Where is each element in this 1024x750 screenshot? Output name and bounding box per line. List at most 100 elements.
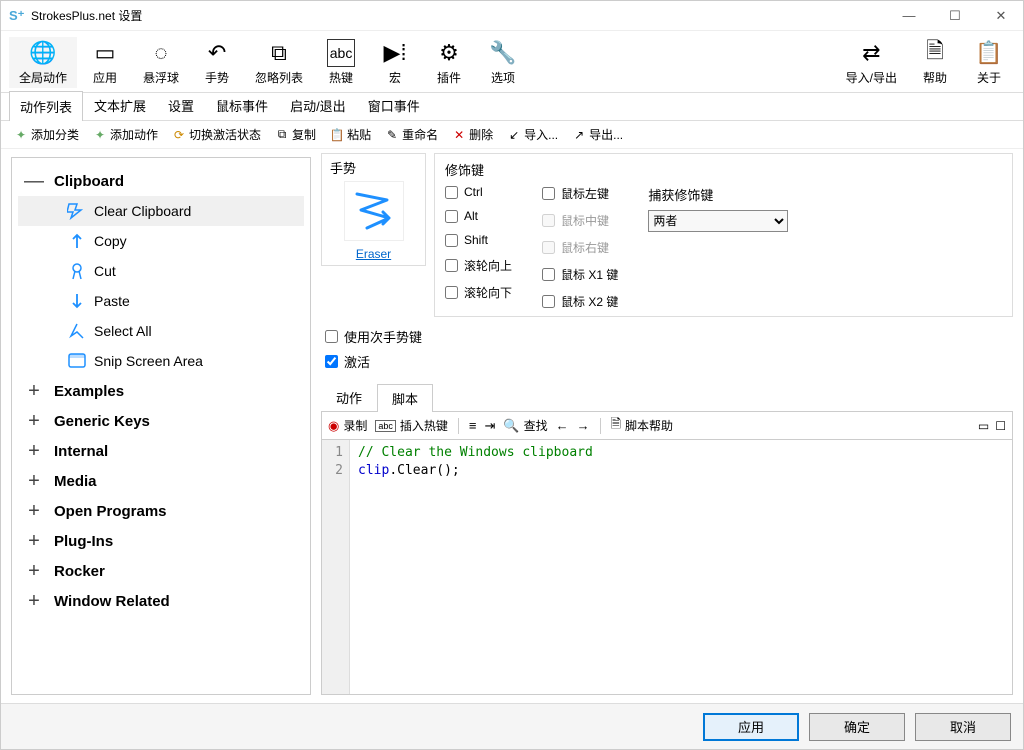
expand-icon: + [22,560,46,583]
mod-right-button: 鼠标右键 [542,239,618,256]
wrench-icon: 🔧 [489,39,517,67]
tab-action[interactable]: 动作 [321,383,377,411]
import-button[interactable]: ↙导入... [502,124,563,145]
ok-button[interactable]: 确定 [809,713,905,741]
use-secondary-checkbox[interactable]: 使用次手势键 [325,327,1013,346]
outdent-button[interactable]: ⇥ [484,418,495,434]
paste-button[interactable]: 📋粘贴 [325,124,376,145]
mod-wheel-up[interactable]: 滚轮向上 [445,257,512,274]
tree-item-snip[interactable]: Snip Screen Area [18,346,304,376]
toggle-active-button[interactable]: ⟳切换激活状态 [167,124,266,145]
script-tabs: 动作 脚本 [321,383,1013,412]
tree-category-examples[interactable]: +Examples [18,376,304,406]
toolbar-plugins[interactable]: ⚙ 插件 [423,37,475,88]
mod-middle-button: 鼠标中键 [542,212,618,229]
eraser-icon [66,202,88,220]
gesture-panel: 手势 Eraser [321,153,426,266]
indent-button[interactable]: ≡ [469,418,477,433]
toolbar-gestures[interactable]: ↶ 手势 [191,37,243,88]
find-button[interactable]: 🔍查找 [503,417,547,434]
add-action-button[interactable]: ✦添加动作 [88,124,163,145]
toolbar-options[interactable]: 🔧 选项 [477,37,529,88]
delete-button[interactable]: ✕删除 [447,124,498,145]
tree-item-copy[interactable]: Copy [18,226,304,256]
tab-action-list[interactable]: 动作列表 [9,91,83,121]
toolbar-hotkeys[interactable]: abc 热键 [315,37,367,88]
ignore-icon: ⧉ [265,39,293,67]
active-checkbox[interactable]: 激活 [325,352,1013,371]
tab-load-unload[interactable]: 启动/退出 [279,90,357,120]
tree-item-cut[interactable]: Cut [18,256,304,286]
tab-text-expansion[interactable]: 文本扩展 [83,90,157,120]
cancel-button[interactable]: 取消 [915,713,1011,741]
toolbar-macros[interactable]: ▶⁞ 宏 [369,37,421,88]
toolbar-import-export[interactable]: ⇄ 导入/导出 [836,37,907,88]
tab-mouse-events[interactable]: 鼠标事件 [205,90,279,120]
next-button[interactable]: → [577,418,590,433]
macro-icon: ▶⁞ [381,39,409,67]
apply-button[interactable]: 应用 [703,713,799,741]
import-export-icon: ⇄ [857,39,885,67]
tab-script[interactable]: 脚本 [377,384,433,412]
toolbar-ignore-list[interactable]: ⧉ 忽略列表 [245,37,313,88]
add-category-button[interactable]: ✦添加分类 [9,124,84,145]
toolbar-floater[interactable]: ◌ 悬浮球 [133,37,189,88]
insert-hotkey-button[interactable]: abc插入热键 [375,417,448,434]
restore-down-button[interactable]: ▭ [978,419,989,433]
capture-label: 捕获修饰键 [648,185,788,204]
export-button[interactable]: ↗导出... [567,124,628,145]
action-tree[interactable]: —Clipboard Clear Clipboard Copy Cut Past… [11,157,311,695]
maximize-editor-button[interactable]: ☐ [995,419,1006,433]
mod-shift[interactable]: Shift [445,233,512,247]
maximize-button[interactable]: ☐ [941,6,969,26]
mod-ctrl[interactable]: Ctrl [445,185,512,199]
gesture-preview[interactable] [344,181,404,241]
close-button[interactable]: ✕ [987,6,1015,26]
window-icon: ▭ [91,39,119,67]
copy-button[interactable]: ⧉复制 [270,124,321,145]
toolbar-global-actions[interactable]: 🌐 全局动作 [9,37,77,88]
gesture-icon: ↶ [203,39,231,67]
tree-category-rocker[interactable]: +Rocker [18,556,304,586]
app-icon: S⁺ [9,8,25,24]
tree-category-plugins[interactable]: +Plug-Ins [18,526,304,556]
plugin-icon: ⚙ [435,39,463,67]
code-editor[interactable]: 1 2 // Clear the Windows clipboard clip.… [321,440,1013,695]
toolbar-about[interactable]: 📋 关于 [963,37,1015,88]
line-gutter: 1 2 [322,440,350,694]
record-button[interactable]: ◉录制 [328,417,367,434]
tab-settings[interactable]: 设置 [157,90,205,120]
tab-window-events[interactable]: 窗口事件 [357,90,431,120]
main-toolbar: 🌐 全局动作 ▭ 应用 ◌ 悬浮球 ↶ 手势 ⧉ 忽略列表 abc 热键 ▶⁞ … [1,31,1023,93]
minimize-button[interactable]: — [895,6,923,26]
collapse-icon: — [22,170,46,193]
tree-category-generic-keys[interactable]: +Generic Keys [18,406,304,436]
rename-button[interactable]: ✎重命名 [380,124,443,145]
tree-category-open-programs[interactable]: +Open Programs [18,496,304,526]
tree-category-window-related[interactable]: +Window Related [18,586,304,616]
prev-button[interactable]: ← [556,418,569,433]
mod-left-button[interactable]: 鼠标左键 [542,185,618,202]
tree-category-media[interactable]: +Media [18,466,304,496]
expand-icon: + [22,500,46,523]
expand-icon: + [22,440,46,463]
tree-item-paste[interactable]: Paste [18,286,304,316]
mod-x1-button[interactable]: 鼠标 X1 键 [542,266,618,283]
modifier-title: 修饰键 [445,160,1002,179]
toolbar-help[interactable]: 🗎 帮助 [909,37,961,88]
editor-toolbar: ◉录制 abc插入热键 ≡ ⇥ 🔍查找 ← → 🗎脚本帮助 ▭ ☐ [321,412,1013,440]
mod-x2-button[interactable]: 鼠标 X2 键 [542,293,618,310]
tree-category-internal[interactable]: +Internal [18,436,304,466]
mod-alt[interactable]: Alt [445,209,512,223]
sub-tabs: 动作列表 文本扩展 设置 鼠标事件 启动/退出 窗口事件 [1,93,1023,121]
gesture-name-link[interactable]: Eraser [326,247,421,261]
mod-wheel-down[interactable]: 滚轮向下 [445,284,512,301]
tree-category-clipboard[interactable]: —Clipboard [18,166,304,196]
capture-select[interactable]: 两者 [648,210,788,232]
window-title: StrokesPlus.net 设置 [31,7,895,24]
script-help-button[interactable]: 🗎脚本帮助 [611,415,673,437]
toolbar-applications[interactable]: ▭ 应用 [79,37,131,88]
tree-item-clear-clipboard[interactable]: Clear Clipboard [18,196,304,226]
tree-item-select-all[interactable]: Select All [18,316,304,346]
action-bar: ✦添加分类 ✦添加动作 ⟳切换激活状态 ⧉复制 📋粘贴 ✎重命名 ✕删除 ↙导入… [1,121,1023,149]
